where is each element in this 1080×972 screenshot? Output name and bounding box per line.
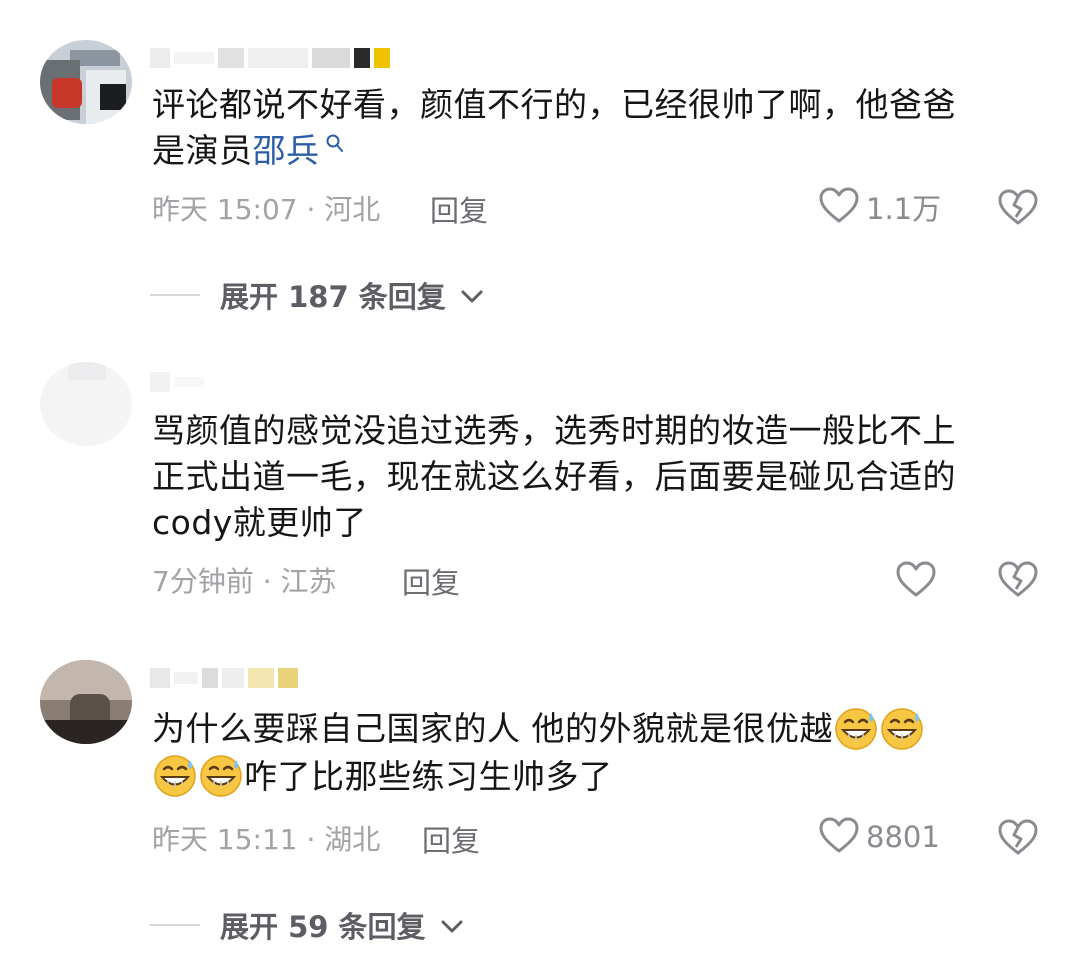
comment-line: 咋了比那些练习生帅多了: [152, 754, 925, 802]
meta-separator: ·: [297, 193, 325, 226]
mention-link[interactable]: 邵兵: [253, 131, 320, 170]
expand-label: 展开 59 条回复: [220, 910, 426, 944]
comment-location: 江苏: [280, 565, 337, 598]
grinning-sweat-emoji: [881, 707, 923, 750]
comment-time: 昨天 15:07: [152, 193, 298, 226]
comment-meta: 昨天 15:11 · 湖北: [152, 818, 380, 858]
username-mosaic[interactable]: [150, 40, 390, 76]
broken-heart-icon[interactable]: [997, 560, 1039, 602]
comment-location: 湖北: [324, 823, 381, 856]
comment-text-segment: 咋了比那些练习生帅多了: [244, 756, 613, 796]
like-button[interactable]: 1.1万: [818, 186, 941, 228]
comment-text-segment: 为什么要踩自己国家的人 他的外貌就是很优越: [152, 709, 833, 748]
reply-button[interactable]: 回复: [422, 818, 480, 860]
comment-meta: 昨天 15:07 · 河北: [152, 188, 380, 228]
username-mosaic[interactable]: [150, 660, 298, 696]
username-mosaic[interactable]: [150, 364, 204, 400]
expand-replies-button[interactable]: 展开 187 条回复: [150, 274, 484, 316]
like-button[interactable]: 8801: [818, 816, 940, 858]
chevron-down-icon: [460, 278, 484, 312]
reply-button[interactable]: 回复: [402, 560, 460, 602]
heart-outline-icon: [818, 186, 860, 228]
comment-text: 评论都说不好看，颜值不行的，已经很帅了啊，他爸爸 是演员邵兵: [152, 82, 956, 174]
avatar[interactable]: [40, 362, 132, 446]
like-count: 1.1万: [866, 192, 942, 226]
expand-replies-button[interactable]: 展开 59 条回复: [150, 904, 464, 946]
comment-meta: 7分钟前 · 江苏: [152, 560, 337, 600]
broken-heart-icon[interactable]: [997, 818, 1039, 860]
grinning-sweat-emoji: [835, 707, 877, 750]
grinning-sweat-emoji: [154, 755, 196, 797]
reply-button[interactable]: 回复: [430, 188, 488, 230]
comment-line: cody就更帅了: [152, 503, 367, 542]
chevron-down-icon: [440, 908, 464, 942]
comment-time: 昨天 15:11: [152, 823, 298, 856]
divider-line: [150, 294, 200, 296]
divider-line: [150, 924, 200, 926]
meta-separator: ·: [253, 565, 281, 598]
meta-separator: ·: [297, 823, 325, 856]
comment-line: 是演员邵兵: [152, 128, 956, 174]
comment-line: 骂颜值的感觉没追过选秀，选秀时期的妆造一般比不上: [152, 411, 956, 450]
comment-line: 正式出道一毛，现在就这么好看，后面要是碰见合适的: [152, 457, 956, 496]
grinning-sweat-emoji: [200, 755, 242, 797]
comment-text: 为什么要踩自己国家的人 他的外貌就是很优越 咋了比那些练习生帅多了: [152, 706, 925, 801]
comment-location: 河北: [324, 193, 381, 226]
avatar[interactable]: [40, 40, 132, 124]
comment-line: 评论都说不好看，颜值不行的，已经很帅了啊，他爸爸: [152, 85, 956, 124]
like-count: 8801: [866, 820, 940, 854]
comment-text-prefix: 是演员: [152, 131, 253, 170]
comment-text: 骂颜值的感觉没追过选秀，选秀时期的妆造一般比不上 正式出道一毛，现在就这么好看，…: [152, 408, 956, 546]
avatar[interactable]: [40, 660, 132, 744]
expand-label: 展开 187 条回复: [220, 280, 446, 314]
heart-outline-icon[interactable]: [895, 560, 937, 602]
heart-outline-icon: [818, 816, 860, 858]
search-icon[interactable]: [320, 134, 345, 159]
broken-heart-icon[interactable]: [997, 188, 1039, 230]
comment-time: 7分钟前: [152, 565, 254, 598]
comment-line: 为什么要踩自己国家的人 他的外貌就是很优越: [152, 706, 925, 754]
